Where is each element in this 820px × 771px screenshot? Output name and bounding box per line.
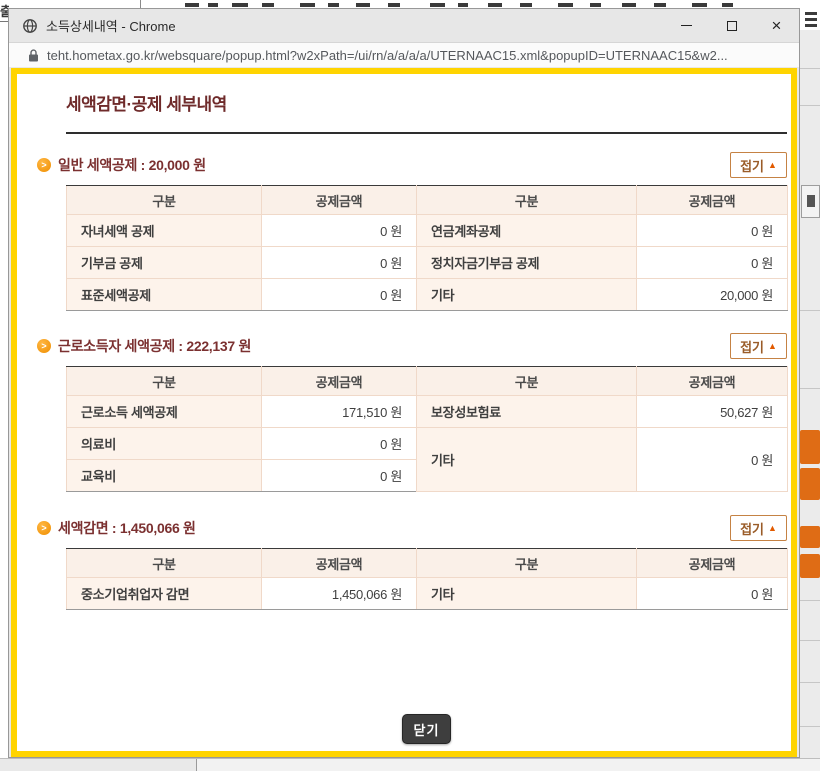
close-popup-button[interactable]: 닫기 bbox=[402, 714, 451, 744]
collapse-arrow-icon: ▲ bbox=[768, 524, 777, 533]
item-label-cell: 기타 bbox=[417, 578, 637, 610]
item-amount-cell: 0 원 bbox=[262, 460, 417, 492]
title-divider bbox=[66, 132, 787, 134]
item-amount-cell: 0 원 bbox=[262, 215, 417, 247]
collapse-label: 접기 bbox=[740, 519, 764, 538]
column-header: 공제금액 bbox=[637, 549, 788, 578]
page-title: 세액감면·공제 세부내역 bbox=[66, 90, 787, 115]
column-header: 구분 bbox=[67, 367, 262, 396]
deduction-table: 구분공제금액구분공제금액중소기업취업자 감면1,450,066 원기타0 원 bbox=[66, 548, 788, 610]
column-header: 공제금액 bbox=[262, 549, 417, 578]
background-page-top-fragment bbox=[0, 0, 820, 8]
background-button-fragment bbox=[801, 185, 820, 218]
background-page-right-strip bbox=[800, 0, 820, 771]
deduction-table: 구분공제금액구분공제금액자녀세액 공제0 원연금계좌공제0 원기부금 공제0 원… bbox=[66, 185, 788, 311]
deduction-section: >세액감면 : 1,450,066 원접기▲구분공제금액구분공제금액중소기업취업… bbox=[66, 515, 787, 610]
column-header: 구분 bbox=[417, 367, 637, 396]
collapse-arrow-icon: ▲ bbox=[768, 342, 777, 351]
item-label-cell: 의료비 bbox=[67, 428, 262, 460]
focus-highlight-frame: 세액감면·공제 세부내역 >일반 세액공제 : 20,000 원접기▲구분공제금… bbox=[11, 68, 797, 757]
lock-icon bbox=[28, 49, 39, 62]
item-label-cell: 자녀세액 공제 bbox=[67, 215, 262, 247]
section-heading: 세액감면 : 1,450,066 원 bbox=[58, 518, 196, 538]
minimize-button[interactable] bbox=[664, 9, 709, 42]
table-row: 의료비0 원기타0 원 bbox=[67, 428, 788, 460]
item-amount-cell: 0 원 bbox=[637, 215, 788, 247]
background-page-bottom-strip bbox=[0, 758, 820, 771]
background-orange-button-fragment bbox=[800, 430, 820, 464]
section-bullet-icon: > bbox=[37, 339, 51, 353]
deduction-section: >일반 세액공제 : 20,000 원접기▲구분공제금액구분공제금액자녀세액 공… bbox=[66, 152, 787, 311]
section-heading: 일반 세액공제 : 20,000 원 bbox=[58, 155, 206, 175]
table-row: 자녀세액 공제0 원연금계좌공제0 원 bbox=[67, 215, 788, 247]
item-amount-cell: 0 원 bbox=[637, 428, 788, 492]
item-amount-cell: 0 원 bbox=[637, 578, 788, 610]
item-label-cell: 교육비 bbox=[67, 460, 262, 492]
item-amount-cell: 171,510 원 bbox=[262, 396, 417, 428]
background-orange-button-fragment bbox=[800, 526, 820, 548]
column-header: 구분 bbox=[67, 186, 262, 215]
item-label-cell: 근로소득 세액공제 bbox=[67, 396, 262, 428]
maximize-button[interactable] bbox=[709, 9, 754, 42]
section-bullet-icon: > bbox=[37, 521, 51, 535]
deduction-section: >근로소득자 세액공제 : 222,137 원접기▲구분공제금액구분공제금액근로… bbox=[66, 333, 787, 492]
globe-favicon bbox=[22, 18, 38, 34]
chrome-popup-window: 소득상세내역 - Chrome × teht.hometax.go.kr/web… bbox=[8, 8, 800, 758]
background-orange-button-fragment bbox=[800, 554, 820, 578]
column-header: 공제금액 bbox=[262, 367, 417, 396]
background-orange-button-fragment bbox=[800, 468, 820, 500]
item-label-cell: 기타 bbox=[417, 279, 637, 311]
close-window-button[interactable]: × bbox=[754, 9, 799, 42]
item-label-cell: 정치자금기부금 공제 bbox=[417, 247, 637, 279]
section-bullet-icon: > bbox=[37, 158, 51, 172]
collapse-label: 접기 bbox=[740, 156, 764, 175]
popup-content: 세액감면·공제 세부내역 >일반 세액공제 : 20,000 원접기▲구분공제금… bbox=[17, 74, 791, 751]
collapse-arrow-icon: ▲ bbox=[768, 161, 777, 170]
deduction-table: 구분공제금액구분공제금액근로소득 세액공제171,510 원보장성보험료50,6… bbox=[66, 366, 788, 492]
table-row: 중소기업취업자 감면1,450,066 원기타0 원 bbox=[67, 578, 788, 610]
section-heading: 근로소득자 세액공제 : 222,137 원 bbox=[58, 336, 251, 356]
sections: >일반 세액공제 : 20,000 원접기▲구분공제금액구분공제금액자녀세액 공… bbox=[66, 152, 787, 610]
close-window-icon: × bbox=[772, 17, 782, 34]
item-amount-cell: 0 원 bbox=[637, 247, 788, 279]
table-row: 근로소득 세액공제171,510 원보장성보험료50,627 원 bbox=[67, 396, 788, 428]
item-amount-cell: 50,627 원 bbox=[637, 396, 788, 428]
address-bar[interactable]: teht.hometax.go.kr/websquare/popup.html?… bbox=[9, 42, 799, 67]
column-header: 구분 bbox=[417, 549, 637, 578]
collapse-button[interactable]: 접기 ▲ bbox=[730, 515, 787, 541]
table-row: 표준세액공제0 원기타20,000 원 bbox=[67, 279, 788, 311]
url-text: teht.hometax.go.kr/websquare/popup.html?… bbox=[47, 48, 728, 63]
maximize-icon bbox=[727, 21, 737, 31]
item-label-cell: 기부금 공제 bbox=[67, 247, 262, 279]
minimize-icon bbox=[681, 25, 692, 26]
collapse-button[interactable]: 접기 ▲ bbox=[730, 333, 787, 359]
item-amount-cell: 0 원 bbox=[262, 247, 417, 279]
item-label-cell: 표준세액공제 bbox=[67, 279, 262, 311]
item-label-cell: 기타 bbox=[417, 428, 637, 492]
table-row: 기부금 공제0 원정치자금기부금 공제0 원 bbox=[67, 247, 788, 279]
item-amount-cell: 0 원 bbox=[262, 279, 417, 311]
column-header: 구분 bbox=[417, 186, 637, 215]
column-header: 공제금액 bbox=[262, 186, 417, 215]
item-label-cell: 중소기업취업자 감면 bbox=[67, 578, 262, 610]
item-label-cell: 보장성보험료 bbox=[417, 396, 637, 428]
column-header: 구분 bbox=[67, 549, 262, 578]
column-header: 공제금액 bbox=[637, 186, 788, 215]
window-titlebar[interactable]: 소득상세내역 - Chrome × bbox=[9, 9, 799, 42]
column-header: 공제금액 bbox=[637, 367, 788, 396]
item-amount-cell: 0 원 bbox=[262, 428, 417, 460]
item-label-cell: 연금계좌공제 bbox=[417, 215, 637, 247]
window-title: 소득상세내역 - Chrome bbox=[46, 16, 176, 35]
screen: 출 소득상세내역 - Chrome bbox=[0, 0, 820, 771]
item-amount-cell: 1,450,066 원 bbox=[262, 578, 417, 610]
collapse-label: 접기 bbox=[740, 337, 764, 356]
collapse-button[interactable]: 접기 ▲ bbox=[730, 152, 787, 178]
item-amount-cell: 20,000 원 bbox=[637, 279, 788, 311]
